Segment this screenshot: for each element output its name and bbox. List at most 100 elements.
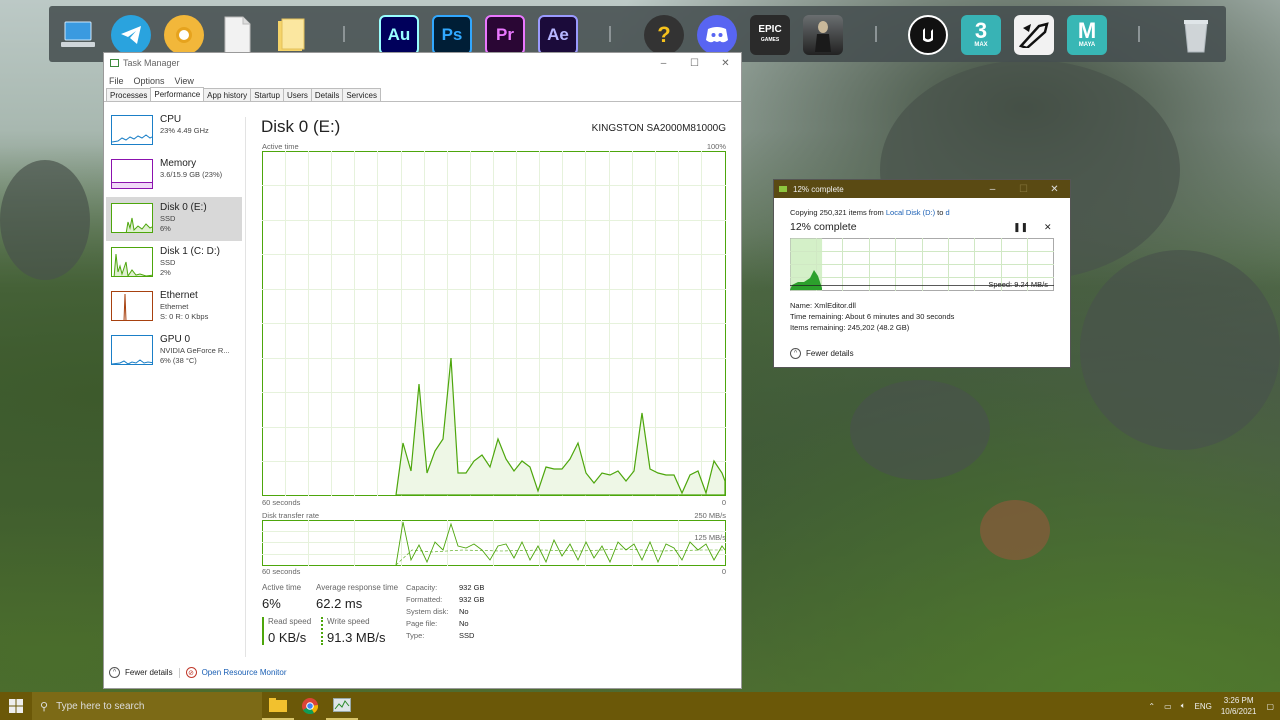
discord-icon[interactable] (697, 15, 737, 55)
source-link[interactable]: Local Disk (D:) (886, 208, 935, 217)
sidebar-item-detail: 23% 4.49 GHz (160, 126, 209, 135)
sidebar-item-gpu[interactable]: GPU 0 NVIDIA GeForce R... 6% (38 °C) (106, 329, 242, 373)
help-icon[interactable]: ? (644, 15, 684, 55)
after-effects-icon[interactable]: Ae (538, 15, 578, 55)
sidebar-item-disk-0[interactable]: Disk 0 (E:) SSD 6% (106, 197, 242, 241)
photoshop-icon[interactable]: Ps (432, 15, 472, 55)
copy-dialog-titlebar[interactable]: 12% complete – ☐ ✕ (774, 180, 1070, 198)
unreal-engine-icon[interactable] (908, 15, 948, 55)
epic-games-icon[interactable]: EPIC GAMES (750, 15, 790, 55)
disk-1-thumbnail-graph (111, 247, 153, 277)
open-resource-monitor-link[interactable]: Open Resource Monitor (202, 668, 287, 677)
cancel-button[interactable]: ✕ (1044, 222, 1052, 233)
network-icon[interactable]: ▭ (1164, 702, 1172, 711)
copy-description: Copying 250,321 items from Local Disk (D… (790, 208, 950, 217)
clock[interactable]: 3:26 PM 10/6/2021 (1221, 695, 1257, 717)
chevron-up-icon[interactable]: ^ (109, 667, 120, 678)
disk-0-thumbnail-graph (111, 203, 153, 233)
chevron-up-icon[interactable]: ⌃ (1148, 702, 1155, 711)
background-rock (980, 500, 1050, 560)
language-indicator[interactable]: ENG (1195, 702, 1212, 711)
avg-response-label: Average response time (316, 583, 399, 592)
death-stranding-icon[interactable] (803, 15, 843, 55)
active-time-seconds-label: 60 seconds (262, 498, 301, 507)
search-placeholder: Type here to search (56, 700, 145, 712)
sidebar-item-ethernet[interactable]: Ethernet Ethernet S: 0 R: 0 Kbps (106, 285, 242, 329)
taskbar-task-manager[interactable] (326, 692, 358, 720)
transfer-rate-max-label: 250 MB/s (694, 511, 726, 520)
maya-icon[interactable]: M MAYA (1067, 15, 1107, 55)
telegram-icon[interactable] (111, 15, 151, 55)
tab-services[interactable]: Services (342, 88, 382, 101)
recycle-bin-icon[interactable] (1176, 15, 1216, 55)
premiere-icon[interactable]: Pr (485, 15, 525, 55)
audition-icon[interactable]: Au (379, 15, 419, 55)
notification-icon[interactable]: ▢ (1266, 702, 1274, 711)
close-button[interactable]: ✕ (710, 53, 741, 73)
sidebar-item-cpu[interactable]: CPU 23% 4.49 GHz (106, 109, 242, 153)
sidebar-item-disk-1[interactable]: Disk 1 (C: D:) SSD 2% (106, 241, 242, 285)
this-pc-icon[interactable] (58, 15, 98, 55)
page-file-label: Page file: (406, 619, 438, 628)
copy-fewer-details-label: Fewer details (806, 349, 854, 358)
3ds-max-icon[interactable]: 3 MAX (961, 15, 1001, 55)
menu-view[interactable]: View (175, 76, 194, 86)
items-remaining: Items remaining: 245,202 (48.2 GB) (790, 323, 910, 332)
sidebar-item-throughput: S: 0 R: 0 Kbps (160, 311, 209, 321)
active-time-graph (262, 151, 726, 496)
system-tray: ⌃ ▭ 🔈︎ ENG 3:26 PM 10/6/2021 ▢ (1148, 692, 1280, 720)
start-button[interactable] (0, 692, 32, 720)
sidebar-item-detail: 3.6/15.9 GB (23%) (160, 170, 223, 179)
close-button[interactable]: ✕ (1039, 180, 1070, 198)
search-icon: ⚲ (40, 700, 49, 713)
taskbar-search-box[interactable]: ⚲ Type here to search (32, 692, 262, 720)
sidebar-item-memory[interactable]: Memory 3.6/15.9 GB (23%) (106, 153, 242, 197)
sidebar-item-label: CPU (160, 114, 182, 125)
document-icon[interactable] (217, 15, 257, 55)
dock-separator (875, 26, 877, 42)
minimize-button[interactable]: – (648, 53, 679, 73)
sidebar-item-usage: 6% (38 °C) (160, 355, 197, 365)
write-speed-value: 91.3 MB/s (327, 630, 386, 645)
tab-strip: Processes Performance App history Startu… (104, 87, 741, 102)
tab-performance[interactable]: Performance (150, 87, 205, 101)
folder-icon[interactable] (270, 15, 310, 55)
taskbar-chrome[interactable] (294, 692, 326, 720)
zbrush-icon[interactable] (1014, 15, 1054, 55)
sidebar-item-usage: 2% (160, 267, 171, 277)
copy-progress-dialog: 12% complete – ☐ ✕ Copying 250,321 items… (773, 179, 1071, 368)
menu-options[interactable]: Options (134, 76, 165, 86)
minimize-button[interactable]: – (977, 180, 1008, 198)
volume-icon[interactable]: 🔈︎ (1181, 701, 1186, 711)
page-file-value: No (459, 619, 469, 628)
tab-users[interactable]: Users (282, 88, 312, 101)
transfer-rate-mid-label: 125 MB/s (694, 533, 726, 542)
tab-startup[interactable]: Startup (250, 88, 284, 101)
background-rock (1080, 250, 1280, 450)
tab-details[interactable]: Details (310, 88, 344, 101)
taskbar-file-explorer[interactable] (262, 692, 294, 720)
copy-speed-label: Speed: 9.24 MB/s (988, 280, 1048, 289)
write-speed-label: Write speed (327, 617, 370, 626)
maximize-button[interactable]: ☐ (679, 53, 710, 73)
tab-processes[interactable]: Processes (106, 88, 152, 101)
menu-file[interactable]: File (109, 76, 124, 86)
task-manager-footer: ^ Fewer details ⊘ Open Resource Monitor (109, 667, 287, 678)
chrome-icon (302, 698, 318, 714)
task-manager-titlebar[interactable]: Task Manager – ☐ ✕ (104, 53, 741, 73)
sidebar-item-type: SSD (160, 214, 176, 223)
system-disk-label: System disk: (406, 607, 449, 616)
sidebar-item-type: SSD (160, 258, 176, 267)
copy-fewer-details[interactable]: ^ Fewer details (790, 348, 854, 359)
dock-separator (343, 26, 345, 42)
pause-button[interactable]: ❚❚ (1013, 222, 1028, 233)
destination-link[interactable]: d (946, 208, 950, 217)
fewer-details-link[interactable]: Fewer details (125, 668, 173, 677)
task-manager-window: Task Manager – ☐ ✕ File Options View Pro… (103, 52, 742, 689)
transfer-rate-seconds-label: 60 seconds (262, 567, 301, 576)
time-remaining: Time remaining: About 6 minutes and 30 s… (790, 312, 955, 321)
ethernet-thumbnail-graph (111, 291, 153, 321)
tab-app-history[interactable]: App history (203, 88, 252, 101)
folder-icon (269, 698, 287, 712)
chrome-canary-icon[interactable] (164, 15, 204, 55)
